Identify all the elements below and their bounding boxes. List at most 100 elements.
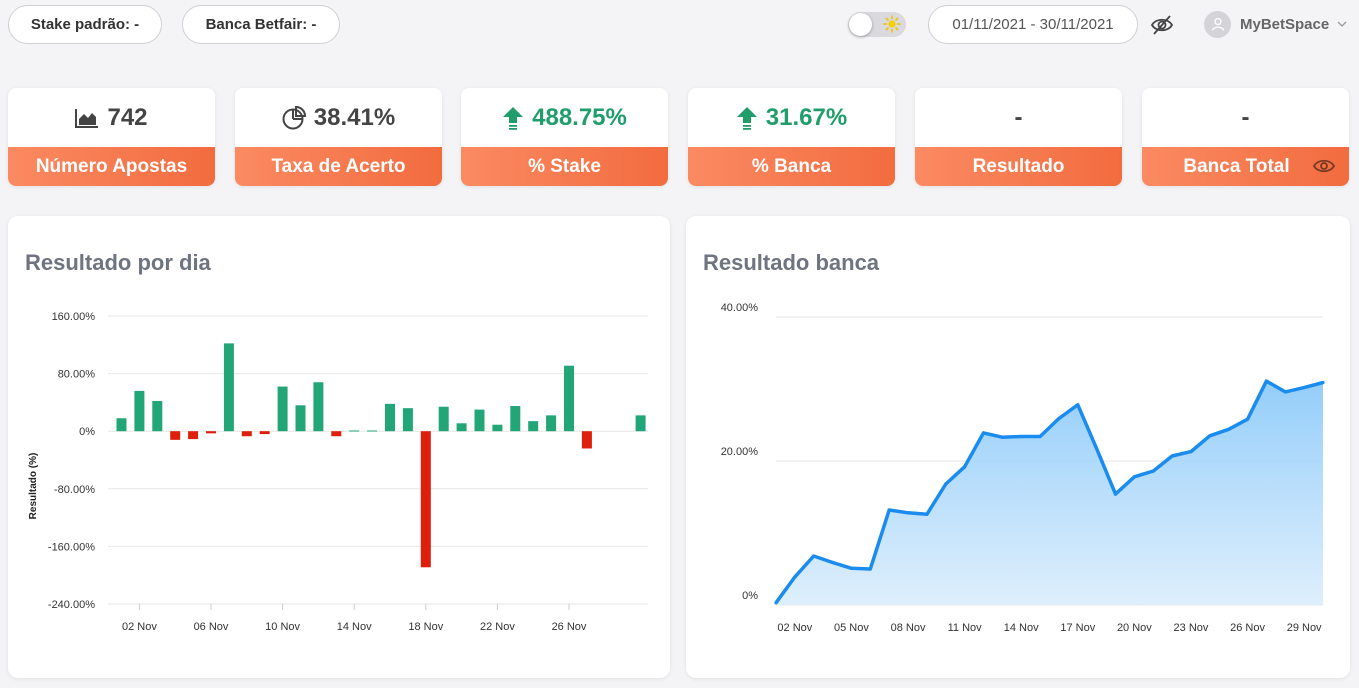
bar [241, 431, 252, 437]
y-axis-label: Resultado (%) [28, 453, 39, 520]
y-tick-label: 80.00% [58, 369, 96, 381]
daily-result-panel: Resultado por dia 160.00% 80.00% 0% -80.00%… [8, 216, 670, 678]
arrow-up-icon [503, 106, 524, 130]
card-label-row: Banca Total [1142, 147, 1349, 186]
bankroll-result-chart: 40.00% 20.00% 0% 02 Nov 05 Nov 08 Nov 11 Nov 14… [721, 302, 1325, 634]
data-point [812, 554, 816, 558]
x-tick-label: 26 Nov [552, 621, 587, 633]
bar [277, 386, 288, 432]
bar [170, 431, 181, 440]
data-point [963, 465, 967, 469]
data-point [944, 482, 948, 486]
user-icon [1211, 17, 1224, 31]
y-tick-label: -80.00% [54, 484, 95, 496]
date-range-picker[interactable]: 01/11/2021 - 30/11/2021 [928, 5, 1138, 44]
theme-toggle[interactable] [848, 12, 906, 37]
bar [223, 343, 234, 432]
area-chart-icon [75, 108, 99, 128]
stake-default-pill[interactable]: Stake padrão: - [8, 5, 162, 44]
data-point [1245, 417, 1250, 421]
x-tick-label: 05 Nov [834, 622, 869, 634]
bar [295, 405, 306, 432]
card-value-row: 31.67% [688, 88, 895, 147]
card-value-row: 38.41% [235, 88, 442, 147]
y-tick-label: -160.00% [48, 541, 95, 553]
card-value-row: - [1142, 88, 1349, 147]
data-point [1321, 380, 1325, 385]
banca-betfair-label: Banca Betfair: - [205, 16, 317, 33]
bar [438, 406, 449, 432]
data-point [1076, 403, 1080, 407]
x-tick-label: 26 Nov [1230, 622, 1265, 634]
bar [420, 431, 431, 568]
y-tick-label: -240.00% [48, 599, 95, 611]
bar [528, 421, 539, 432]
bar [581, 431, 592, 449]
data-point [868, 567, 872, 571]
bar [313, 382, 324, 432]
card-value-row: 742 [8, 88, 215, 147]
pie-chart-icon [282, 105, 306, 129]
y-tick-label: 40.00% [721, 302, 759, 314]
card-label: Número Apostas [8, 147, 215, 186]
bar [152, 400, 163, 432]
card-label: Taxa de Acerto [235, 147, 442, 186]
data-point [1038, 434, 1042, 439]
x-tick-label: 18 Nov [408, 621, 443, 633]
x-tick-label: 10 Nov [265, 621, 300, 633]
date-range-text: 01/11/2021 - 30/11/2021 [952, 16, 1114, 33]
bar [367, 430, 378, 432]
x-tick-label: 17 Nov [1060, 622, 1095, 634]
chevron-down-icon [1337, 21, 1347, 27]
eye-off-icon[interactable] [1150, 14, 1174, 36]
card-value-row: 488.75% [461, 88, 668, 147]
data-point [1189, 450, 1193, 454]
eye-icon[interactable] [1313, 156, 1335, 176]
user-menu[interactable]: MyBetSpace [1204, 10, 1347, 38]
bar [116, 418, 127, 432]
x-tick-label: 23 Nov [1174, 622, 1209, 634]
x-tick-label: 20 Nov [1117, 622, 1152, 634]
bankroll-result-panel: Resultado banca 40.00% 20.00% 0% 02 Nov 05 N… [686, 216, 1350, 678]
card-stake: 488.75% % Stake [461, 88, 668, 186]
x-tick-label: 08 Nov [891, 622, 926, 634]
card-value-row: - [915, 88, 1122, 147]
data-point [1302, 385, 1306, 390]
card-label: % Banca [688, 147, 895, 186]
bar [635, 415, 646, 432]
data-point [1113, 492, 1118, 496]
bar [331, 431, 342, 437]
x-tick-label: 02 Nov [122, 621, 157, 633]
bar [546, 415, 557, 432]
data-point [849, 566, 854, 570]
y-tick-label: 0% [79, 426, 95, 438]
x-tick-label: 06 Nov [194, 621, 229, 633]
data-point [1000, 435, 1004, 439]
bar [188, 431, 199, 440]
bar [349, 430, 360, 432]
card-value: 742 [107, 103, 148, 131]
data-point [1227, 427, 1231, 431]
bar [134, 390, 145, 432]
card-value: - [1241, 103, 1250, 131]
user-name: MyBetSpace [1240, 15, 1330, 33]
x-tick-label: 14 Nov [1004, 622, 1039, 634]
data-point [774, 601, 778, 605]
data-point [925, 512, 929, 516]
data-point [1019, 434, 1023, 439]
bar [564, 365, 574, 432]
arrow-up-icon [736, 106, 757, 130]
banca-betfair-pill[interactable]: Banca Betfair: - [182, 5, 340, 44]
toggle-knob [849, 13, 872, 36]
card-value: 38.41% [313, 103, 396, 131]
sun-icon [883, 15, 901, 33]
card-value: - [1014, 103, 1023, 131]
y-tick-label: 20.00% [721, 446, 759, 458]
x-tick-label: 02 Nov [777, 622, 812, 634]
data-point [1208, 434, 1212, 438]
y-tick-label: 160.00% [52, 311, 96, 323]
bar [385, 403, 395, 432]
bar [402, 408, 413, 432]
card-label: Resultado [915, 147, 1122, 186]
x-tick-label: 22 Nov [480, 621, 515, 633]
